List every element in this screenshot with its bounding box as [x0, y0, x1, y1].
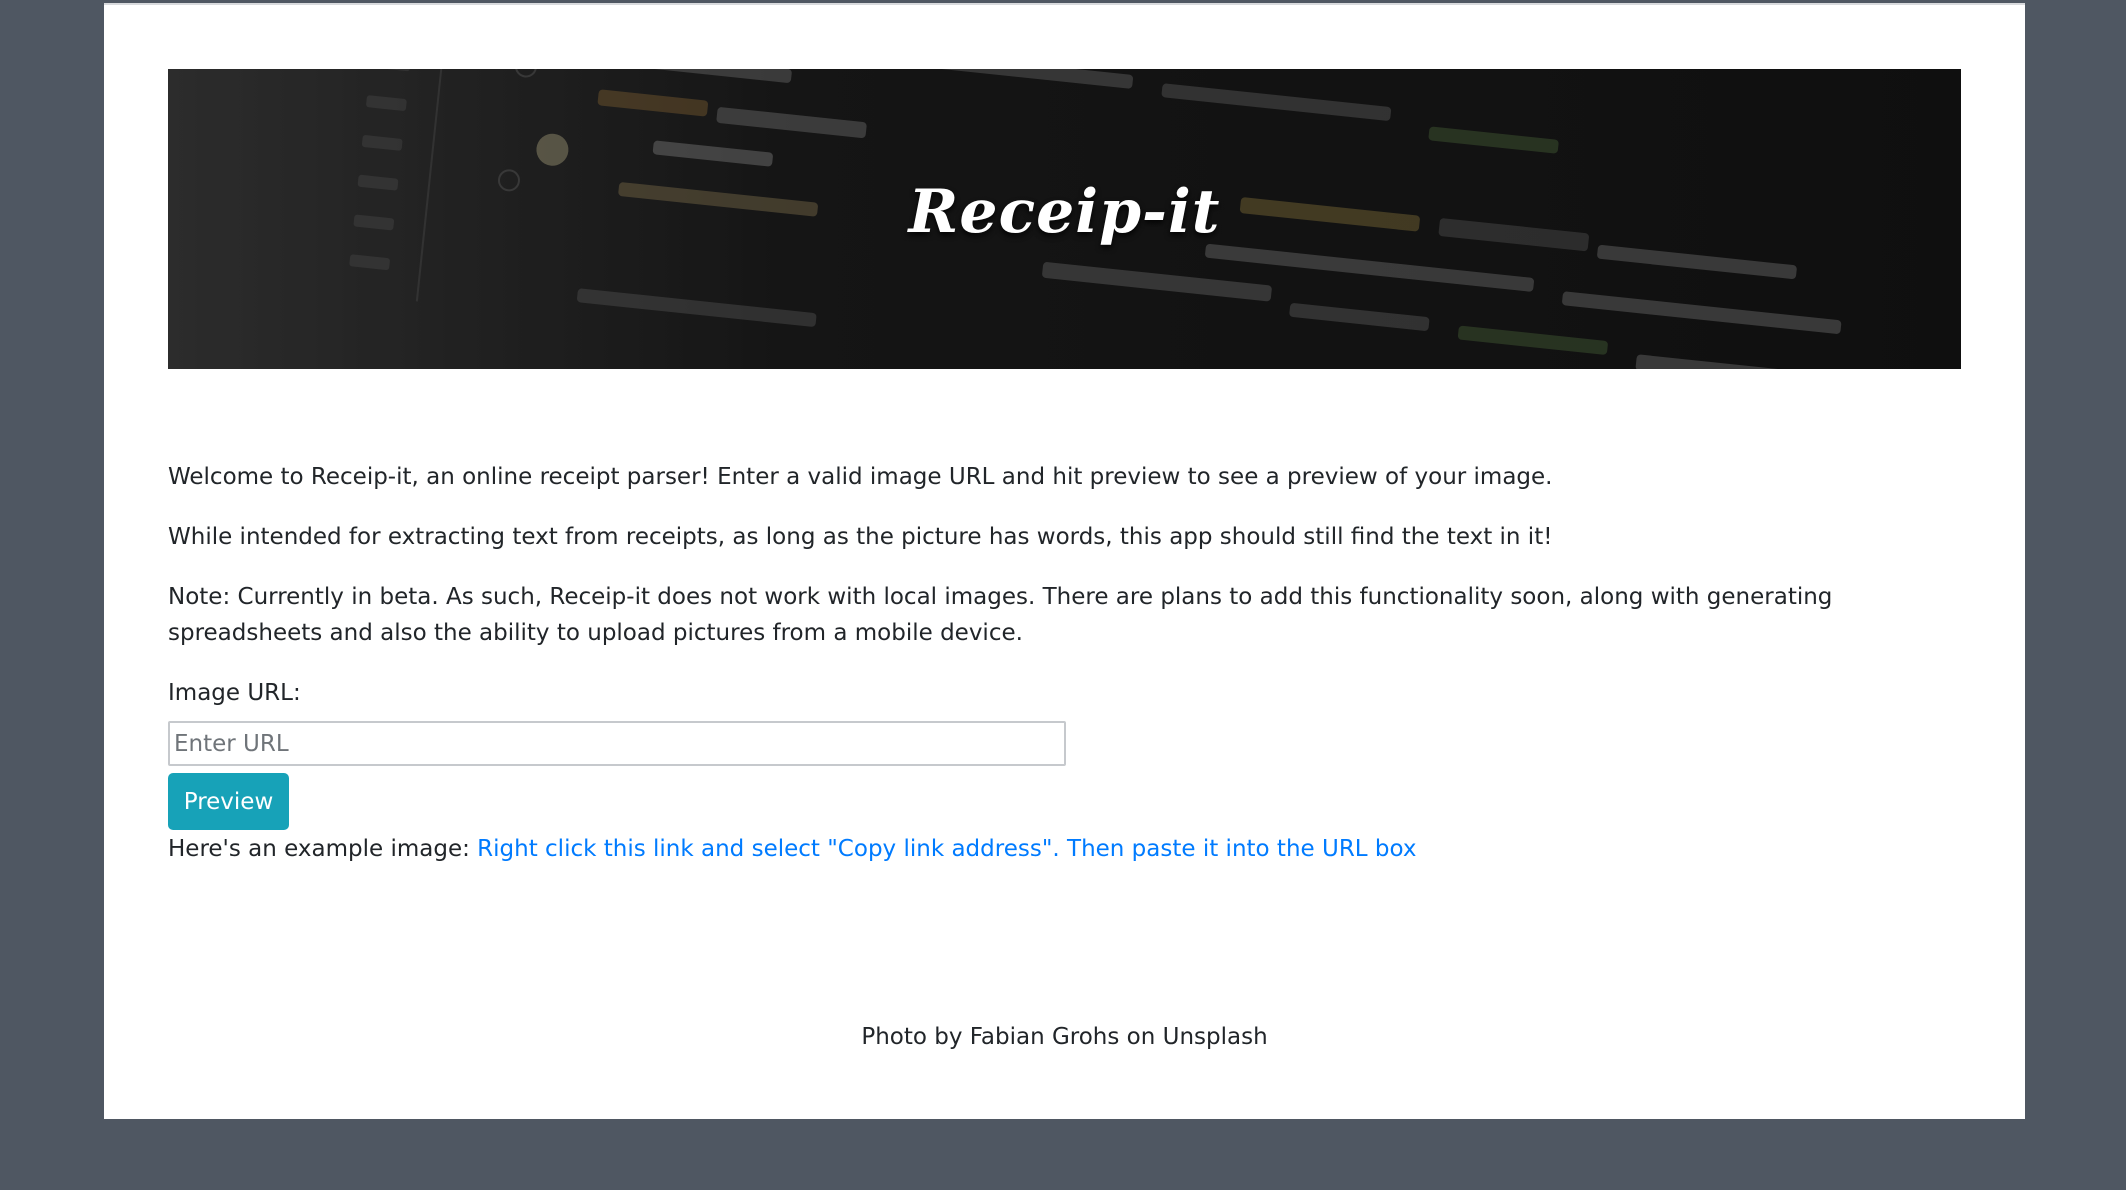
beta-note-text: Note: Currently in beta. As such, Receip…	[168, 584, 1833, 646]
example-image-link[interactable]: Right click this link and select "Copy l…	[477, 836, 1416, 862]
hero-banner: Receip-it	[168, 69, 1961, 369]
photo-credit: Photo by Fabian Grohs on Unsplash	[861, 1024, 1268, 1050]
preview-button[interactable]: Preview	[168, 773, 289, 830]
image-url-label: Image URL:	[168, 680, 301, 706]
main-content: Welcome to Receip-it, an online receipt …	[168, 459, 1961, 867]
welcome-text: Welcome to Receip-it, an online receipt …	[168, 464, 1553, 490]
example-line: Here's an example image: Right click thi…	[168, 831, 1961, 867]
image-url-input[interactable]	[168, 721, 1066, 766]
site-title: Receip-it	[908, 177, 1221, 247]
main-card: Receip-it Welcome to Receip-it, an onlin…	[104, 3, 2025, 1119]
intended-use-text: While intended for extracting text from …	[168, 524, 1553, 550]
example-prefix: Here's an example image:	[168, 836, 478, 862]
